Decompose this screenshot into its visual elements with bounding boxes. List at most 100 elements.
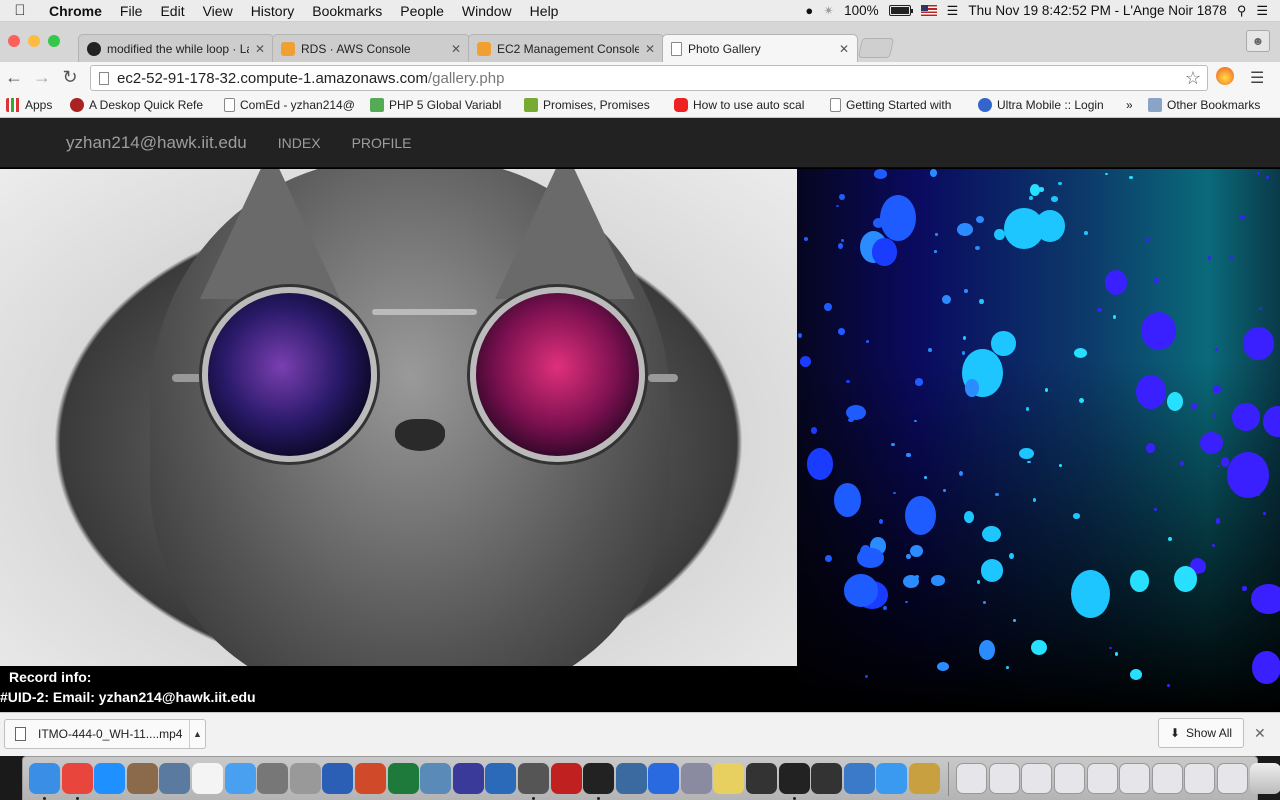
- bookmark-desktop-quick-ref[interactable]: A Deskop Quick Refe: [62, 97, 216, 112]
- archive-icon[interactable]: [909, 763, 941, 794]
- chrome-menu-icon[interactable]: ☰: [1250, 68, 1264, 88]
- menu-file[interactable]: File: [111, 3, 152, 19]
- powerpoint-icon[interactable]: [354, 763, 386, 794]
- settings-icon[interactable]: [680, 763, 712, 794]
- menu-people[interactable]: People: [391, 3, 453, 19]
- close-download-shelf-icon[interactable]: ✕: [1254, 725, 1266, 742]
- doc-stack-3-icon[interactable]: [1021, 763, 1053, 794]
- menu-view[interactable]: View: [194, 3, 242, 19]
- word-icon[interactable]: [322, 763, 354, 794]
- bookmark-ultra-mobile[interactable]: Ultra Mobile :: Login: [970, 97, 1118, 112]
- menu-help[interactable]: Help: [521, 3, 568, 19]
- doc-stack-2-icon[interactable]: [988, 763, 1020, 794]
- finder-icon[interactable]: [29, 763, 60, 800]
- system-preferences-icon[interactable]: [257, 763, 289, 794]
- bookmark-auto-scaling[interactable]: How to use auto scal: [666, 97, 822, 112]
- bookmark-star-icon[interactable]: ☆: [1185, 68, 1201, 89]
- bluetooth-icon[interactable]: ✴: [823, 3, 834, 19]
- doc-stack-8-icon[interactable]: [1184, 763, 1216, 794]
- address-bar[interactable]: ec2-52-91-178-32.compute-1.amazonaws.com…: [90, 65, 1208, 91]
- tab-photo-gallery[interactable]: Photo Gallery ✕: [662, 34, 858, 62]
- zoom-window-button[interactable]: [48, 35, 60, 47]
- page-info-icon[interactable]: [99, 71, 109, 85]
- reload-icon[interactable]: ↻: [56, 67, 84, 88]
- console-icon[interactable]: [811, 763, 843, 794]
- stickies-icon[interactable]: [713, 763, 745, 794]
- qq-penguin-icon[interactable]: ●: [805, 3, 813, 18]
- profile-icon[interactable]: ☻: [1246, 30, 1270, 52]
- forward-arrow-icon[interactable]: →: [28, 67, 56, 88]
- record-line: #UID-2: Email: yzhan214@hawk.iit.edu: [0, 689, 256, 705]
- spotlight-search-icon[interactable]: ⚲: [1237, 3, 1247, 19]
- paint-splash-dot: [1058, 463, 1062, 467]
- doc-stack-1-icon[interactable]: [956, 763, 988, 794]
- bookmark-php-global-variables[interactable]: PHP 5 Global Variabl: [362, 97, 516, 112]
- minimize-window-button[interactable]: [28, 35, 40, 47]
- preview-icon[interactable]: [159, 763, 191, 794]
- clock[interactable]: Thu Nov 19 8:42:52 PM - L'Ange Noir 1878: [968, 3, 1226, 18]
- close-window-button[interactable]: [8, 35, 20, 47]
- menu-edit[interactable]: Edit: [151, 3, 193, 19]
- bookmark-promises[interactable]: Promises, Promises: [516, 97, 666, 112]
- bookmark-getting-started[interactable]: Getting Started with: [822, 97, 970, 112]
- intellij-icon[interactable]: [485, 763, 517, 794]
- doc-stack-6-icon[interactable]: [1119, 763, 1151, 794]
- gallery-image-cat-with-glasses[interactable]: [0, 169, 797, 666]
- excel-icon[interactable]: [387, 763, 419, 794]
- bookmark-comed[interactable]: ComEd - yzhan214@: [216, 97, 362, 112]
- input-source-flag-icon[interactable]: [920, 5, 937, 16]
- new-tab-button[interactable]: [857, 38, 895, 58]
- calendar-icon[interactable]: [191, 763, 223, 794]
- xcode-icon[interactable]: [843, 763, 875, 794]
- download-item[interactable]: ITMO-444-0_WH-11....mp4 ▲: [4, 719, 206, 749]
- safari-icon[interactable]: [94, 763, 126, 794]
- filezilla-icon[interactable]: [550, 763, 582, 794]
- doc-stack-5-icon[interactable]: [1086, 763, 1118, 794]
- show-all-downloads-button[interactable]: ⬇ Show All: [1158, 718, 1244, 748]
- nav-index-link[interactable]: INDEX: [278, 135, 321, 151]
- sequel-pro-icon[interactable]: [289, 763, 321, 794]
- battery-icon[interactable]: [888, 5, 913, 16]
- messages-icon[interactable]: [224, 763, 256, 794]
- nav-profile-link[interactable]: PROFILE: [352, 135, 412, 151]
- wireshark-icon[interactable]: [615, 763, 647, 794]
- doc-stack-9-icon[interactable]: [1216, 763, 1248, 794]
- notification-center-icon[interactable]: ☰: [1256, 3, 1268, 19]
- menu-app-name[interactable]: Chrome: [40, 3, 111, 19]
- tab-ec2[interactable]: EC2 Management Console ✕: [468, 34, 664, 62]
- phpstorm-icon[interactable]: [452, 763, 484, 794]
- notes-icon[interactable]: [126, 763, 158, 794]
- back-arrow-icon[interactable]: ←: [0, 67, 28, 88]
- bookmarks-overflow-chevron[interactable]: »: [1118, 98, 1140, 112]
- terminal-icon[interactable]: [583, 763, 615, 800]
- menu-history[interactable]: History: [242, 3, 304, 19]
- chrome-icon[interactable]: [61, 763, 93, 800]
- doc-stack-4-icon[interactable]: [1054, 763, 1085, 794]
- qq-icon[interactable]: [778, 763, 810, 800]
- close-tab-icon[interactable]: ✕: [839, 42, 849, 56]
- trash-icon[interactable]: [1249, 763, 1280, 794]
- virtualbox-icon[interactable]: [420, 763, 452, 794]
- printer-icon[interactable]: [746, 763, 778, 794]
- close-tab-icon[interactable]: ✕: [645, 42, 655, 56]
- doc-stack-7-icon[interactable]: [1151, 763, 1183, 794]
- menu-window[interactable]: Window: [453, 3, 521, 19]
- paint-splash-dot: [930, 575, 946, 586]
- close-tab-icon[interactable]: ✕: [255, 42, 265, 56]
- bookmark-other-folder[interactable]: Other Bookmarks: [1140, 97, 1272, 112]
- menu-bookmarks[interactable]: Bookmarks: [303, 3, 391, 19]
- extension-flame-icon[interactable]: [1216, 67, 1234, 85]
- download-options-caret-icon[interactable]: ▲: [189, 720, 205, 748]
- site-brand[interactable]: yzhan214@hawk.iit.edu: [66, 133, 247, 153]
- tab-github[interactable]: modified the while loop · La ✕: [78, 34, 274, 62]
- apple-menu-icon[interactable]: : [0, 2, 40, 19]
- tab-rds[interactable]: RDS · AWS Console ✕: [272, 34, 470, 62]
- sublime-icon[interactable]: [517, 763, 549, 800]
- bookmark-apps[interactable]: Apps: [0, 97, 62, 112]
- icloud-icon[interactable]: [876, 763, 908, 794]
- close-tab-icon[interactable]: ✕: [451, 42, 461, 56]
- wifi-icon[interactable]: ☰: [947, 3, 959, 19]
- gallery-image-paint-splash[interactable]: [797, 169, 1280, 712]
- browser-icon[interactable]: [648, 763, 680, 794]
- browser-chrome: modified the while loop · La ✕ RDS · AWS…: [0, 22, 1280, 118]
